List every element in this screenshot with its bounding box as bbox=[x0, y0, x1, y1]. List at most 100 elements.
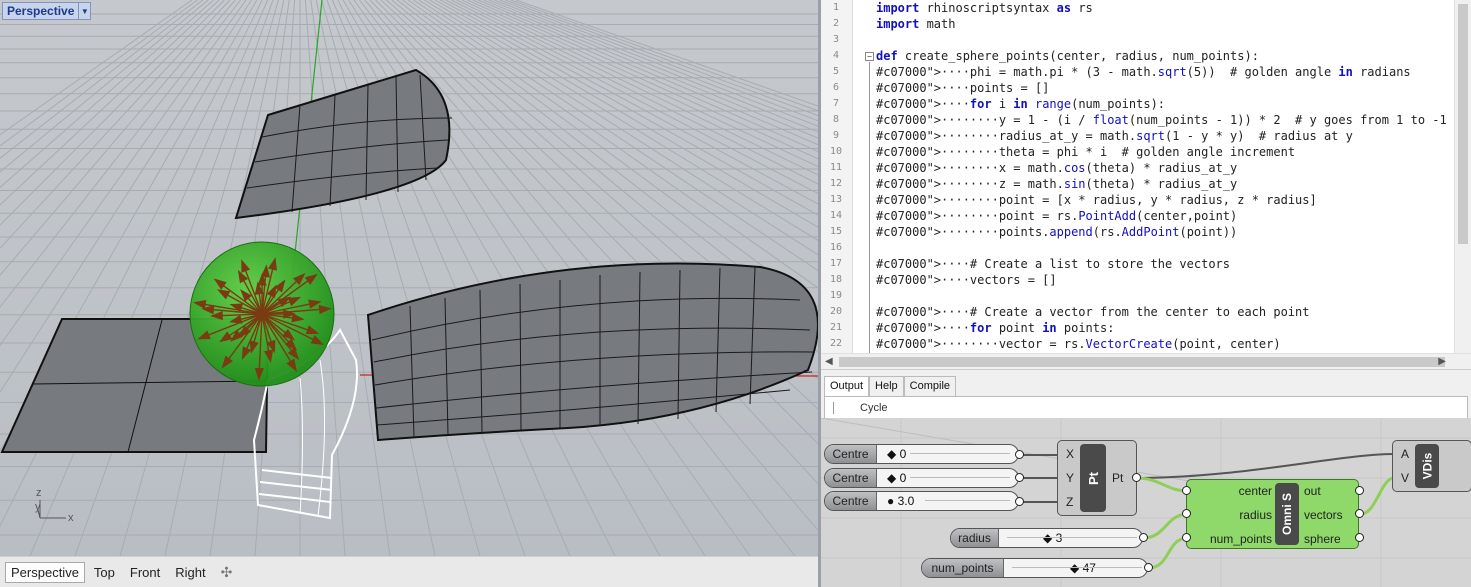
output-tabs: Output Help Compile bbox=[824, 376, 957, 396]
code-line: def create_sphere_points(center, radius,… bbox=[876, 49, 1259, 63]
axis-y-label: y bbox=[35, 501, 41, 513]
output-vectors: vectors bbox=[1304, 508, 1343, 522]
input-port[interactable] bbox=[1182, 533, 1191, 542]
code-line: #c07000">····# Create a vector from the … bbox=[876, 305, 1310, 319]
centre-y-slider[interactable]: Centre ◆ 0 bbox=[824, 468, 1019, 488]
line-number-gutter: 1 2 3 4 5 6 7 8 9 10 11 12 13 14 15 16 17 18 19 20 21 22 bbox=[821, 0, 853, 353]
output-port[interactable] bbox=[1132, 473, 1141, 482]
code-line: #c07000">········theta = phi * i # golde… bbox=[876, 145, 1296, 159]
output-pt: Pt bbox=[1112, 471, 1124, 485]
code-line: #c07000">········z = math.sin(theta) * r… bbox=[876, 177, 1238, 191]
grasshopper-canvas[interactable]: Centre ◆ 0 Centre ◆ 0 Centre ● 3.0 radiu… bbox=[821, 418, 1471, 587]
radius-slider[interactable]: radius ◆ 3 bbox=[950, 528, 1143, 548]
input-a: A bbox=[1401, 447, 1410, 461]
line-number: 18 bbox=[829, 274, 843, 285]
plus-icon[interactable]: ✣ bbox=[215, 561, 239, 584]
line-number: 12 bbox=[829, 178, 843, 189]
viewport-title-label: Perspective bbox=[7, 4, 75, 18]
output-port[interactable] bbox=[1355, 486, 1364, 495]
line-number: 15 bbox=[829, 226, 843, 237]
fold-toggle-icon[interactable]: − bbox=[865, 52, 874, 61]
perspective-viewport[interactable]: z y x Perspective ▼ bbox=[0, 0, 818, 556]
component-name: VDis bbox=[1420, 452, 1434, 480]
chevron-down-icon[interactable]: ▼ bbox=[78, 3, 90, 19]
vector-display-component[interactable]: A V VDis bbox=[1392, 440, 1471, 492]
tab-perspective[interactable]: Perspective bbox=[5, 561, 85, 583]
input-z: Z bbox=[1066, 495, 1074, 509]
line-number: 6 bbox=[832, 82, 840, 93]
tab-right[interactable]: Right bbox=[169, 562, 211, 583]
viewport-title[interactable]: Perspective ▼ bbox=[2, 2, 92, 20]
line-number: 3 bbox=[832, 34, 840, 45]
scroll-thumb[interactable] bbox=[1458, 4, 1468, 244]
code-line: #c07000">····# Create a list to store th… bbox=[876, 257, 1231, 271]
line-number: 10 bbox=[829, 146, 843, 157]
tab-compile[interactable]: Compile bbox=[903, 376, 957, 396]
scroll-left-icon[interactable]: ◀ bbox=[825, 356, 833, 367]
centre-x-slider[interactable]: Centre ◆ 0 bbox=[824, 444, 1019, 464]
centre-z-slider[interactable]: Centre ● 3.0 bbox=[824, 491, 1019, 511]
output-port[interactable] bbox=[1355, 509, 1364, 518]
code-line: import math bbox=[876, 17, 956, 31]
line-number: 20 bbox=[829, 306, 843, 317]
code-line: #c07000">········y = 1 - (i / float(num_… bbox=[876, 113, 1447, 127]
input-v: V bbox=[1401, 471, 1410, 485]
line-number: 14 bbox=[829, 210, 843, 221]
viewport-scene: z y x bbox=[0, 0, 818, 556]
tab-help[interactable]: Help bbox=[869, 376, 904, 396]
output-text-area[interactable]: Cycle bbox=[824, 396, 1468, 419]
slider-value: 0 bbox=[899, 471, 907, 485]
line-number: 13 bbox=[829, 194, 843, 205]
line-number: 11 bbox=[829, 162, 843, 173]
output-port[interactable] bbox=[1015, 473, 1024, 482]
tab-output[interactable]: Output bbox=[824, 376, 870, 396]
output-sphere: sphere bbox=[1304, 532, 1341, 546]
output-port[interactable] bbox=[1144, 563, 1153, 572]
slider-label: radius bbox=[951, 529, 999, 547]
output-line: Cycle bbox=[833, 402, 888, 414]
slider-label: Centre bbox=[825, 445, 877, 463]
input-num-points: num_points bbox=[1209, 532, 1272, 546]
axis-x-label: x bbox=[68, 512, 74, 524]
output-port[interactable] bbox=[1015, 497, 1024, 506]
code-editor[interactable]: 1 2 3 4 5 6 7 8 9 10 11 12 13 14 15 16 17 18 19 20 21 22 impo… bbox=[821, 0, 1471, 369]
construct-point-component[interactable]: X Y Z Pt Pt bbox=[1057, 440, 1137, 516]
input-x: X bbox=[1066, 447, 1075, 461]
code-line: #c07000">········vector = rs.VectorCreat… bbox=[876, 337, 1281, 351]
tab-front[interactable]: Front bbox=[124, 562, 166, 583]
code-line: #c07000">····vectors = [] bbox=[876, 273, 1057, 287]
horizontal-scrollbar[interactable]: ◀ ▶ bbox=[821, 353, 1471, 369]
code-line: #c07000">····for point in points: bbox=[876, 321, 1115, 335]
line-number: 22 bbox=[829, 338, 843, 349]
num-points-slider[interactable]: num_points ◆ 47 bbox=[921, 558, 1148, 578]
code-line: #c07000">········point = [x * radius, y … bbox=[876, 193, 1317, 207]
component-name: Pt bbox=[1085, 471, 1101, 485]
axis-z-label: z bbox=[36, 487, 42, 499]
line-number: 16 bbox=[829, 242, 843, 253]
input-radius: radius bbox=[1239, 508, 1272, 522]
output-port[interactable] bbox=[1355, 533, 1364, 542]
code-line: #c07000">········radius_at_y = math.sqrt… bbox=[876, 129, 1353, 143]
output-port[interactable] bbox=[1015, 450, 1024, 459]
code-line: #c07000">········x = math.cos(theta) * r… bbox=[876, 161, 1238, 175]
slider-label: num_points bbox=[922, 559, 1004, 577]
input-port[interactable] bbox=[1182, 486, 1191, 495]
output-port[interactable] bbox=[1139, 533, 1148, 542]
scroll-thumb[interactable] bbox=[839, 357, 1445, 367]
scroll-right-icon[interactable]: ▶ bbox=[1438, 356, 1446, 367]
surface-top bbox=[234, 68, 453, 220]
input-port[interactable] bbox=[1182, 509, 1191, 518]
sphere-with-vectors bbox=[189, 241, 335, 387]
line-number: 5 bbox=[832, 66, 840, 77]
line-number: 1 bbox=[832, 2, 840, 13]
surface-right bbox=[366, 262, 818, 442]
code-line: import rhinoscriptsyntax as rs bbox=[876, 1, 1093, 15]
vertical-scrollbar[interactable] bbox=[1454, 0, 1471, 353]
line-number: 17 bbox=[829, 258, 843, 269]
tab-top[interactable]: Top bbox=[88, 562, 121, 583]
line-number: 7 bbox=[832, 98, 840, 109]
code-line: #c07000">····points = [] bbox=[876, 81, 1050, 95]
component-name: Omni S bbox=[1280, 492, 1295, 536]
omni-script-component[interactable]: center radius num_points Omni S out vect… bbox=[1186, 479, 1359, 549]
output-panel: Output Help Compile Cycle bbox=[821, 369, 1471, 419]
